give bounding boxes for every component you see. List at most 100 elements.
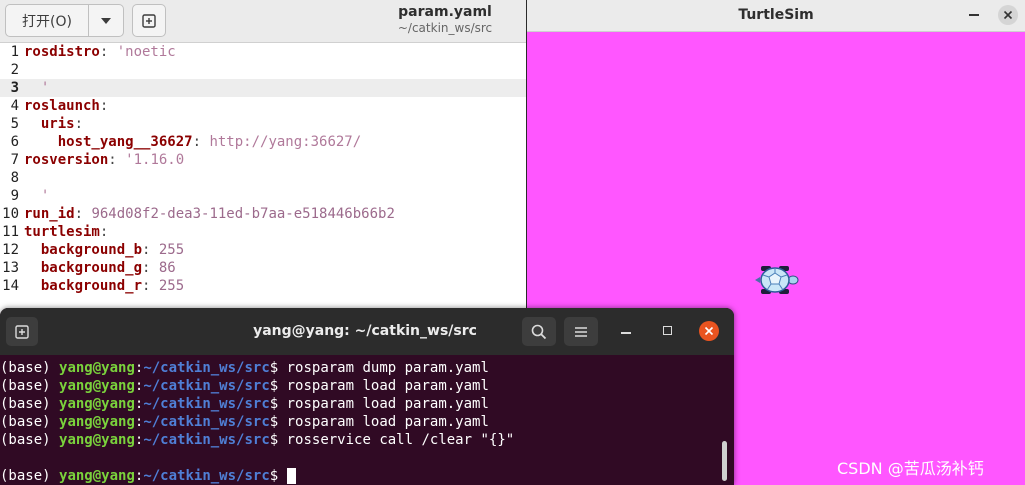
code-line[interactable]: 4 roslaunch: xyxy=(0,97,526,115)
code-line[interactable]: 6 host_yang__36627: http://yang:36627/ xyxy=(0,133,526,151)
close-icon xyxy=(1003,10,1013,20)
editor-header-bar: 打开(O) param.yaml ~/catkin_ws/src xyxy=(0,0,526,43)
prompt-path: ~/catkin_ws/src xyxy=(143,396,270,412)
line-number: 6 xyxy=(10,134,19,150)
yaml-value: ' xyxy=(24,188,50,204)
yaml-separator: : xyxy=(99,224,109,240)
line-text: host_yang__36627: http://yang:36627/ xyxy=(19,133,361,151)
hamburger-menu-icon xyxy=(575,326,587,337)
line-number: 11 xyxy=(2,224,19,240)
command-text: rosparam load param.yaml xyxy=(286,414,489,430)
yaml-value: 86 xyxy=(158,260,176,276)
terminal-line: (base) yang@yang:~/catkin_ws/src$ rosser… xyxy=(0,431,720,449)
yaml-key: background_r xyxy=(24,278,143,294)
terminal-output[interactable]: (base) yang@yang:~/catkin_ws/src$ rospar… xyxy=(0,359,720,485)
file-name: param.yaml xyxy=(398,4,492,20)
yaml-key: uris xyxy=(24,116,75,132)
yaml-separator: : xyxy=(192,134,210,150)
line-number: 10 xyxy=(2,206,19,222)
yaml-value: '1.16.0 xyxy=(125,152,185,168)
close-button[interactable] xyxy=(699,321,719,341)
turtlesim-header-bar: TurtleSim xyxy=(527,0,1025,32)
maximize-icon[interactable] xyxy=(663,326,672,335)
code-line[interactable]: 8 xyxy=(0,169,526,187)
code-line[interactable]: 1 rosdistro: 'noetic xyxy=(0,43,526,61)
new-tab-icon xyxy=(15,324,29,339)
prompt-dollar: $ xyxy=(269,378,287,394)
turtle-icon xyxy=(753,262,799,302)
watermark-text: CSDN @苦瓜汤补钙 xyxy=(837,459,984,478)
new-tab-button[interactable] xyxy=(6,317,38,346)
line-number: 13 xyxy=(2,260,19,276)
command-text: rosparam load param.yaml xyxy=(286,378,489,394)
yaml-separator: : xyxy=(99,98,109,114)
prompt-path: ~/catkin_ws/src xyxy=(143,360,270,376)
line-text: rosversion: '1.16.0 xyxy=(19,151,184,169)
prompt-env: (base) xyxy=(0,378,60,394)
line-text: background_b: 255 xyxy=(19,241,184,259)
line-number: 8 xyxy=(10,170,19,186)
code-line[interactable]: 14 background_r: 255 xyxy=(0,277,526,295)
code-line[interactable]: 10 run_id: 964d08f2-dea3-11ed-b7aa-e51844… xyxy=(0,205,526,223)
close-button[interactable] xyxy=(998,5,1018,25)
prompt-path: ~/catkin_ws/src xyxy=(143,468,270,484)
open-button[interactable]: 打开(O) xyxy=(6,5,89,36)
line-text: roslaunch: xyxy=(19,97,108,115)
search-icon xyxy=(531,324,547,339)
search-button[interactable] xyxy=(522,317,556,346)
code-line[interactable]: 5 uris: xyxy=(0,115,526,133)
yaml-separator: : xyxy=(142,242,159,258)
code-line[interactable]: 2 xyxy=(0,61,526,79)
code-line[interactable]: 9 ' xyxy=(0,187,526,205)
open-dropdown-button[interactable] xyxy=(89,5,123,36)
yaml-separator: : xyxy=(142,260,159,276)
yaml-value: 964d08f2-dea3-11ed-b7aa-e518446b66b2 xyxy=(91,206,395,222)
prompt-user: yang@yang xyxy=(59,360,135,376)
new-tab-icon xyxy=(142,13,156,28)
line-number: 1 xyxy=(10,44,19,60)
prompt-dollar: $ xyxy=(269,432,287,448)
file-path: ~/catkin_ws/src xyxy=(397,21,493,35)
prompt-path: ~/catkin_ws/src xyxy=(143,414,270,430)
code-line[interactable]: 13 background_g: 86 xyxy=(0,259,526,277)
yaml-separator: : xyxy=(74,206,92,222)
turtlesim-title: TurtleSim xyxy=(738,7,814,23)
prompt-dollar: $ xyxy=(269,414,287,430)
terminal-line: (base) yang@yang:~/catkin_ws/src$ rospar… xyxy=(0,377,720,395)
command-text: rosparam dump param.yaml xyxy=(286,360,489,376)
code-line[interactable]: 3 ' xyxy=(0,79,526,97)
menu-button[interactable] xyxy=(564,317,598,346)
prompt-user: yang@yang xyxy=(59,414,135,430)
yaml-value: http://yang:36627/ xyxy=(209,134,362,150)
yaml-separator: : xyxy=(142,278,159,294)
terminal-window: yang@yang: ~/catkin_ws/src (base) yang@y… xyxy=(0,308,734,485)
line-number: 14 xyxy=(2,278,19,294)
minimize-icon[interactable] xyxy=(621,332,631,334)
yaml-value: ' xyxy=(24,80,50,96)
yaml-key: turtlesim xyxy=(24,224,100,240)
yaml-separator: : xyxy=(74,116,84,132)
prompt-user: yang@yang xyxy=(59,396,135,412)
code-line[interactable]: 7 rosversion: '1.16.0 xyxy=(0,151,526,169)
code-editor-area[interactable]: 1 rosdistro: 'noetic 2 3 ' 4 roslaunch: 5 uris… xyxy=(0,43,526,308)
line-number: 4 xyxy=(10,98,19,114)
yaml-value: 255 xyxy=(158,278,185,294)
new-document-button[interactable] xyxy=(132,4,166,37)
code-line[interactable]: 12 background_b: 255 xyxy=(0,241,526,259)
prompt-user: yang@yang xyxy=(59,432,135,448)
text-cursor xyxy=(286,468,296,484)
line-text: turtlesim: xyxy=(19,223,108,241)
yaml-value: 'noetic xyxy=(116,44,176,60)
line-text: run_id: 964d08f2-dea3-11ed-b7aa-e518446b… xyxy=(19,205,395,223)
terminal-header-bar: yang@yang: ~/catkin_ws/src xyxy=(0,308,734,355)
code-line[interactable]: 11 turtlesim: xyxy=(0,223,526,241)
open-button-group: 打开(O) xyxy=(5,4,124,37)
minimize-icon[interactable] xyxy=(969,14,979,16)
prompt-path: ~/catkin_ws/src xyxy=(143,432,270,448)
terminal-scrollbar[interactable] xyxy=(722,441,727,481)
yaml-key: rosdistro xyxy=(24,44,100,60)
command-text: rosparam load param.yaml xyxy=(286,396,489,412)
line-number: 3 xyxy=(10,80,19,96)
yaml-value: 255 xyxy=(158,242,185,258)
